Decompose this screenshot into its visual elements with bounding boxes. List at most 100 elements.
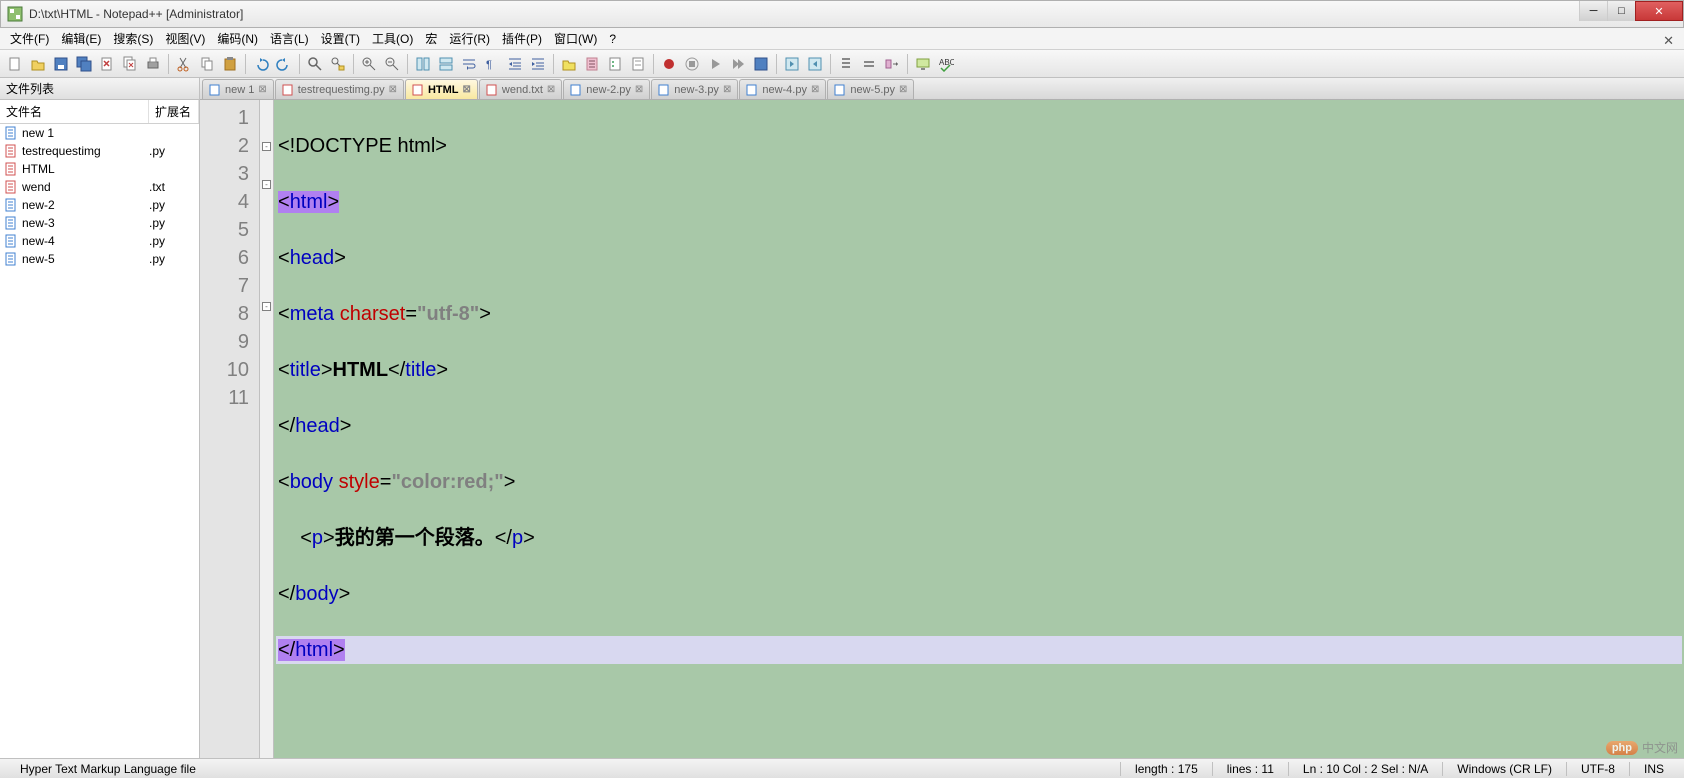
file-name: wend bbox=[22, 180, 149, 194]
toolbar-replace-button[interactable] bbox=[327, 53, 349, 75]
toolbar-spellcheck-button[interactable]: ABC bbox=[935, 53, 957, 75]
menu-tools[interactable]: 工具(O) bbox=[366, 27, 419, 50]
menu-file[interactable]: 文件(F) bbox=[4, 27, 55, 50]
editor-tab[interactable]: testrequestimg.py⊠ bbox=[275, 79, 404, 99]
fold-column[interactable]: - - - bbox=[260, 100, 274, 758]
column-extension[interactable]: 扩展名 bbox=[149, 100, 199, 123]
tab-label: wend.txt bbox=[502, 84, 543, 96]
toolbar-docmap-button[interactable] bbox=[627, 53, 649, 75]
file-icon bbox=[4, 162, 18, 176]
file-list-item[interactable]: new-2.py bbox=[0, 196, 199, 214]
toolbar-open-button[interactable] bbox=[27, 53, 49, 75]
toolbar-copy-button[interactable] bbox=[196, 53, 218, 75]
tab-close-icon[interactable]: ⊠ bbox=[547, 84, 555, 95]
toolbar-print-button[interactable] bbox=[142, 53, 164, 75]
file-list-item[interactable]: wend.txt bbox=[0, 178, 199, 196]
watermark-badge: php bbox=[1606, 741, 1638, 755]
status-mode[interactable]: INS bbox=[1629, 762, 1678, 776]
fold-toggle-icon[interactable]: - bbox=[262, 180, 271, 189]
toolbar-doclist-button[interactable] bbox=[581, 53, 603, 75]
toolbar-find-button[interactable] bbox=[304, 53, 326, 75]
toolbar-allchars-button[interactable]: ¶ bbox=[481, 53, 503, 75]
toolbar-indent2-button[interactable] bbox=[804, 53, 826, 75]
menu-run[interactable]: 运行(R) bbox=[443, 27, 496, 50]
tab-close-icon[interactable]: ⊠ bbox=[635, 84, 643, 95]
toolbar-playmulti-button[interactable] bbox=[727, 53, 749, 75]
toolbar-uncomment-button[interactable] bbox=[858, 53, 880, 75]
column-filename[interactable]: 文件名 bbox=[0, 100, 149, 123]
toolbar-sync-v-button[interactable] bbox=[412, 53, 434, 75]
tab-label: new-3.py bbox=[674, 84, 719, 96]
file-list-item[interactable]: new-5.py bbox=[0, 250, 199, 268]
tab-close-icon[interactable]: ⊠ bbox=[389, 84, 397, 95]
toolbar-save-button[interactable] bbox=[50, 53, 72, 75]
file-list-item[interactable]: new-4.py bbox=[0, 232, 199, 250]
editor-tab[interactable]: wend.txt ⊠ bbox=[479, 79, 562, 99]
tab-icon bbox=[834, 84, 846, 96]
status-filetype: Hyper Text Markup Language file bbox=[6, 762, 210, 776]
editor-tab[interactable]: new-5.py⊠ bbox=[827, 79, 914, 99]
code-content[interactable]: <!DOCTYPE html> <html> <head> <meta char… bbox=[274, 100, 1684, 758]
menu-help[interactable]: ? bbox=[603, 29, 622, 49]
toolbar-close-button[interactable] bbox=[96, 53, 118, 75]
toolbar-stop-button[interactable] bbox=[681, 53, 703, 75]
tab-close-icon[interactable]: ⊠ bbox=[811, 84, 819, 95]
window-close-button[interactable]: ✕ bbox=[1635, 1, 1683, 21]
toolbar-undo-button[interactable] bbox=[250, 53, 272, 75]
toolbar-closeall-button[interactable] bbox=[119, 53, 141, 75]
toolbar-funclist-button[interactable] bbox=[604, 53, 626, 75]
file-list[interactable]: new 1testrequestimg.pyHTMLwend.txtnew-2.… bbox=[0, 124, 199, 758]
toolbar-monitor-button[interactable] bbox=[912, 53, 934, 75]
file-list-item[interactable]: new-3.py bbox=[0, 214, 199, 232]
window-maximize-button[interactable]: □ bbox=[1607, 1, 1635, 21]
toolbar-outdent2-button[interactable] bbox=[781, 53, 803, 75]
menu-settings[interactable]: 设置(T) bbox=[315, 27, 366, 50]
status-eol[interactable]: Windows (CR LF) bbox=[1442, 762, 1566, 776]
editor-tab[interactable]: new-2.py⊠ bbox=[563, 79, 650, 99]
tab-close-icon[interactable]: ⊠ bbox=[258, 84, 266, 95]
toolbar-zoomout-button[interactable] bbox=[381, 53, 403, 75]
fold-toggle-icon[interactable]: - bbox=[262, 302, 271, 311]
toolbar-new-button[interactable] bbox=[4, 53, 26, 75]
menu-search[interactable]: 搜索(S) bbox=[107, 27, 159, 50]
menu-window[interactable]: 窗口(W) bbox=[548, 27, 603, 50]
toolbar-indent-button[interactable] bbox=[504, 53, 526, 75]
toolbar-folder-button[interactable] bbox=[558, 53, 580, 75]
editor-tab[interactable]: new-3.py ⊠ bbox=[651, 79, 738, 99]
menu-language[interactable]: 语言(L) bbox=[264, 27, 315, 50]
file-list-item[interactable]: testrequestimg.py bbox=[0, 142, 199, 160]
menubar-close-icon[interactable]: ✕ bbox=[1657, 30, 1680, 52]
toolbar-saveall-button[interactable] bbox=[73, 53, 95, 75]
toolbar-play-button[interactable] bbox=[704, 53, 726, 75]
toolbar-paste-button[interactable] bbox=[219, 53, 241, 75]
menu-view[interactable]: 视图(V) bbox=[159, 27, 211, 50]
status-encoding[interactable]: UTF-8 bbox=[1566, 762, 1629, 776]
window-minimize-button[interactable]: ─ bbox=[1579, 1, 1607, 21]
file-list-item[interactable]: new 1 bbox=[0, 124, 199, 142]
toolbar-savemacro-button[interactable] bbox=[750, 53, 772, 75]
editor-tab[interactable]: HTML ⊠ bbox=[405, 79, 478, 99]
toolbar-sync-h-button[interactable] bbox=[435, 53, 457, 75]
editor-tab[interactable]: new-4.py⊠ bbox=[739, 79, 826, 99]
toolbar-comment-button[interactable] bbox=[835, 53, 857, 75]
toolbar-outdent-button[interactable] bbox=[527, 53, 549, 75]
editor-tab[interactable]: new 1⊠ bbox=[202, 79, 274, 99]
tab-close-icon[interactable]: ⊠ bbox=[899, 84, 907, 95]
menu-plugins[interactable]: 插件(P) bbox=[496, 27, 548, 50]
toolbar-bookmark-button[interactable] bbox=[881, 53, 903, 75]
toolbar-cut-button[interactable] bbox=[173, 53, 195, 75]
toolbar-zoomin-button[interactable] bbox=[358, 53, 380, 75]
file-list-item[interactable]: HTML bbox=[0, 160, 199, 178]
toolbar-redo-button[interactable] bbox=[273, 53, 295, 75]
fold-toggle-icon[interactable]: - bbox=[262, 142, 271, 151]
toolbar-wrap-button[interactable] bbox=[458, 53, 480, 75]
menu-macro[interactable]: 宏 bbox=[419, 27, 443, 50]
code-area[interactable]: 1234567891011 --- <!DOCTYPE html> <html>… bbox=[200, 100, 1684, 758]
menu-encoding[interactable]: 编码(N) bbox=[211, 27, 264, 50]
toolbar-record-button[interactable] bbox=[658, 53, 680, 75]
tab-close-icon[interactable]: ⊠ bbox=[463, 84, 471, 95]
tab-close-icon[interactable]: ⊠ bbox=[723, 84, 731, 95]
menu-edit[interactable]: 编辑(E) bbox=[55, 27, 107, 50]
tab-label: HTML bbox=[428, 84, 459, 96]
tab-strip: new 1⊠testrequestimg.py⊠HTML⊠wend.txt⊠ne… bbox=[200, 78, 1684, 100]
